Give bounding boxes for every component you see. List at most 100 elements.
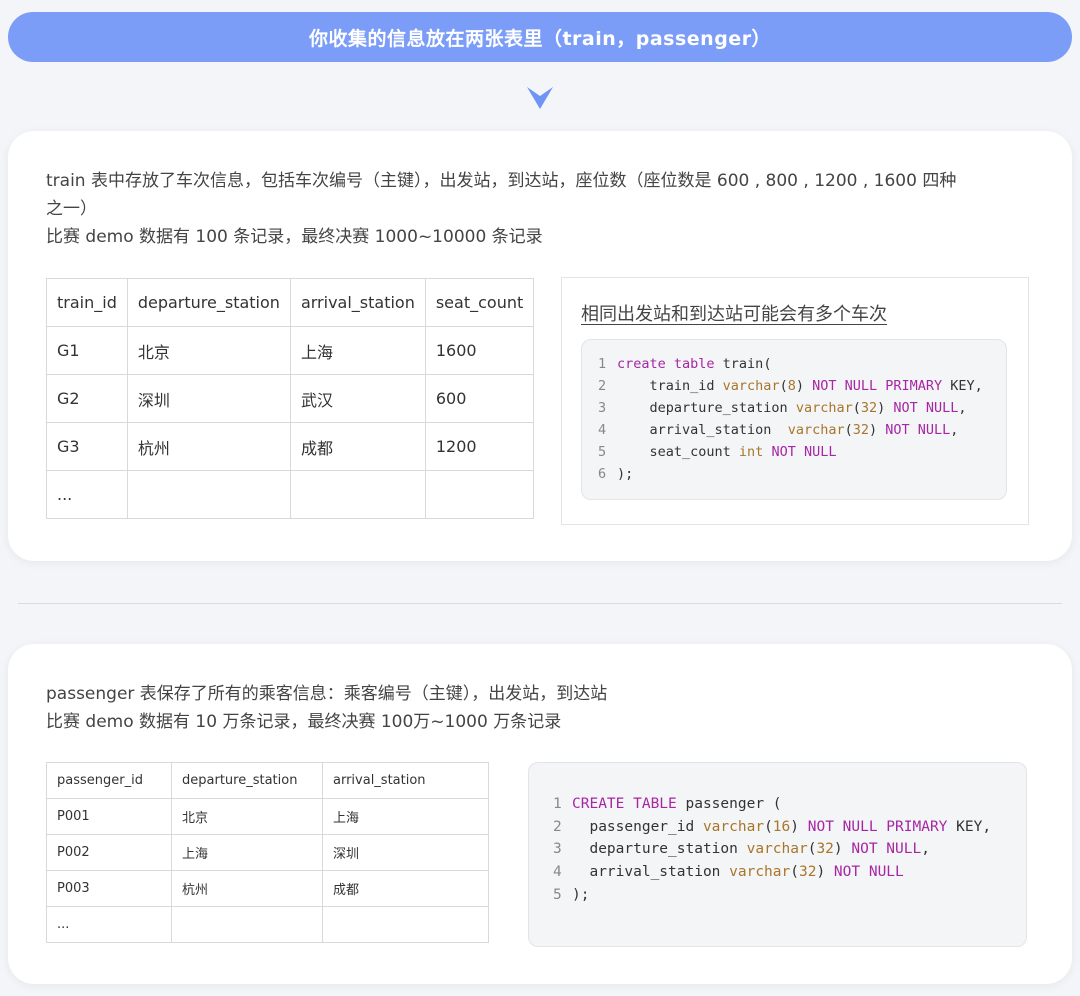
line-number: 1 [553, 796, 562, 812]
train-table-cell: G2 [46, 374, 128, 423]
passenger-create-table-code: 1 CREATE TABLE passenger ( 2 passenger_id … [528, 762, 1027, 947]
code-token: CREATE TABLE [572, 796, 677, 812]
code-token: int [738, 444, 764, 460]
code-token: NOT NULL [771, 444, 837, 460]
train-table-cell: G1 [46, 326, 128, 375]
code-token: varchar [722, 378, 780, 394]
train-table-cell: 成都 [289, 422, 426, 471]
passenger-code-line: 2 passenger_id varchar(16) NOT NULL PRIM… [553, 816, 1026, 839]
line-number: 1 [598, 356, 607, 372]
code-token: ( [779, 378, 788, 394]
code-token: departure_station [572, 841, 747, 858]
train-table-cell [289, 470, 426, 519]
train-table-cell: 深圳 [126, 374, 291, 423]
passenger-table-cell: 深圳 [322, 834, 489, 871]
train-desc-line-1: train 表中存放了车次信息，包括车次编号（主键），出发站，到达站，座位数（座… [46, 171, 957, 191]
passenger-table-row: P003 杭州 成都 [46, 870, 489, 907]
train-header-cell: departure_station [126, 278, 291, 327]
train-code-line: 4 arrival_station varchar(32) NOT NULL, [598, 419, 1006, 441]
line-number: 5 [598, 444, 607, 460]
code-token: ) [795, 378, 813, 394]
chevron-down-icon [527, 87, 553, 109]
code-token: create table [617, 356, 715, 372]
passenger-table-cell: 上海 [171, 834, 323, 871]
code-token: KEY, [947, 818, 992, 835]
passenger-table-cell: P003 [46, 870, 172, 907]
train-table-row: G3 杭州 成都 1200 [46, 422, 535, 471]
code-token: train_id [617, 378, 723, 394]
code-token: ( [764, 818, 773, 835]
passenger-header-cell: passenger_id [46, 762, 172, 799]
passenger-table-cell [171, 906, 323, 943]
passenger-code-line: 3 departure_station varchar(32) NOT NULL… [553, 838, 1026, 861]
code-token: NOT NULL [833, 864, 904, 881]
code-token: ); [572, 886, 590, 903]
train-table-cell: 杭州 [126, 422, 291, 471]
train-create-table-code: 1 create table train( 2 train_id varchar(8… [581, 339, 1007, 500]
code-token: seat_count [617, 444, 739, 460]
code-token: varchar [702, 818, 765, 835]
code-token: NOT NULL [885, 422, 951, 438]
passenger-code-line: 1 CREATE TABLE passenger ( [553, 793, 1026, 816]
code-token: NOT NULL PRIMARY [807, 818, 948, 835]
code-token: 32 [852, 422, 869, 438]
code-token: varchar [795, 400, 853, 416]
passenger-code-line: 4 arrival_station varchar(32) NOT NULL [553, 861, 1026, 884]
line-number: 5 [553, 886, 562, 903]
code-token: , [958, 400, 967, 416]
code-token: , [950, 422, 959, 438]
train-code-line: 2 train_id varchar(8) NOT NULL PRIMARY K… [598, 375, 1006, 397]
train-table-cell: 1600 [424, 326, 535, 375]
code-token: passenger_id [572, 818, 703, 835]
train-code-line: 3 departure_station varchar(32) NOT NULL… [598, 397, 1006, 419]
code-token: varchar [746, 841, 808, 858]
train-header-row: train_id departure_station arrival_station… [46, 278, 535, 327]
code-token: arrival_station [572, 864, 730, 881]
train-table-row: G1 北京 上海 1600 [46, 326, 535, 375]
train-table-row: ... [46, 470, 535, 519]
train-header-cell: seat_count [424, 278, 535, 327]
train-header-cell: train_id [46, 278, 128, 327]
passenger-header-row: passenger_id departure_station arrival_sta… [46, 762, 489, 799]
code-token: NOT NULL [893, 400, 959, 416]
passenger-table-row: ... [46, 906, 489, 943]
train-table: train_id departure_station arrival_station… [46, 278, 535, 519]
train-desc-line-3: 比赛 demo 数据有 100 条记录，最终决赛 1000~10000 条记录 [46, 227, 543, 247]
train-table-cell: G3 [46, 422, 128, 471]
passenger-table: passenger_id departure_station arrival_sta… [46, 762, 489, 943]
code-token: passenger ( [676, 796, 782, 812]
code-token: departure_station [617, 400, 796, 416]
code-token: train( [714, 356, 772, 372]
passenger-desc-line-1: passenger 表保存了所有的乘客信息：乘客编号（主键），出发站，到达站 [46, 684, 608, 704]
passenger-header-cell: departure_station [171, 762, 323, 799]
line-number: 3 [598, 400, 607, 416]
passenger-table-cell: ... [46, 906, 172, 943]
train-desc-line-2: 之一） [46, 199, 97, 219]
passenger-table-cell: 成都 [322, 870, 489, 907]
passenger-table-cell: P001 [46, 798, 172, 835]
line-number: 2 [598, 378, 607, 394]
train-table-cell: 1200 [424, 422, 535, 471]
train-table-cell: 北京 [126, 326, 291, 375]
train-code-line: 5 seat_count int NOT NULL [598, 441, 1006, 463]
code-token: ) [816, 864, 834, 881]
code-token: ) [869, 422, 886, 438]
code-token: 32 [798, 864, 817, 881]
train-description: train 表中存放了车次信息，包括车次编号（主键），出发站，到达站，座位数（座… [46, 167, 956, 251]
train-code-line: 1 create table train( [598, 353, 1006, 375]
code-token: ); [617, 466, 634, 482]
train-table-cell: ... [46, 470, 128, 519]
code-token: NOT NULL [851, 841, 922, 858]
passenger-table-cell [322, 906, 489, 943]
code-token: ) [877, 400, 894, 416]
train-table-cell: 武汉 [289, 374, 426, 423]
banner-text: 你收集的信息放在两张表里（train，passenger） [308, 27, 772, 50]
code-token: varchar [729, 864, 791, 881]
passenger-table-cell: 杭州 [171, 870, 323, 907]
train-code-line: 6); [598, 463, 1006, 485]
code-token: ( [790, 864, 799, 881]
passenger-table-cell: 北京 [171, 798, 323, 835]
code-token: KEY, [942, 378, 983, 394]
train-table-cell [424, 470, 535, 519]
line-number: 3 [553, 841, 562, 858]
